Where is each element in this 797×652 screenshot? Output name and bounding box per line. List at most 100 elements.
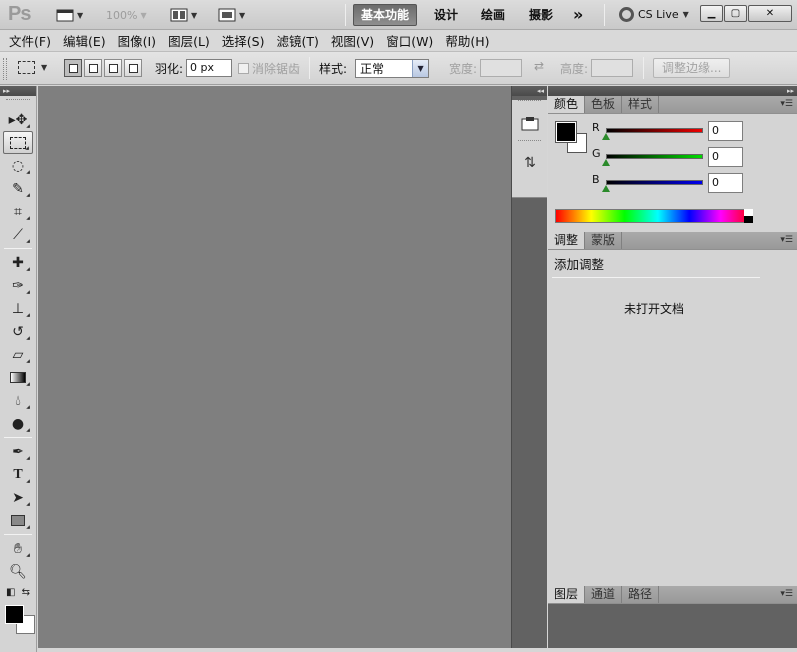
color-swatches: [3, 601, 36, 641]
panel-menu-icon[interactable]: ▾☰: [780, 589, 793, 599]
rectangular-marquee-tool-icon[interactable]: [3, 131, 33, 154]
workspace-essentials[interactable]: 基本功能: [353, 4, 418, 26]
type-tool-icon[interactable]: T: [3, 463, 33, 486]
dock-grip[interactable]: [518, 140, 541, 144]
more-workspaces-button[interactable]: »: [566, 4, 590, 26]
menu-file[interactable]: 文件(F): [3, 31, 57, 50]
menu-layer[interactable]: 图层(L): [162, 31, 216, 50]
width-input[interactable]: [480, 59, 523, 77]
color-spectrum-ramp[interactable]: [555, 209, 753, 223]
maximize-button[interactable]: ▢: [724, 5, 747, 22]
tab-color[interactable]: 颜色: [548, 96, 586, 113]
subtract-from-selection-button[interactable]: [104, 59, 122, 77]
panels-collapse-icon[interactable]: ▸▸: [548, 86, 797, 96]
dock-grip[interactable]: [518, 100, 541, 104]
zoom-level-dropdown[interactable]: 100% ▼: [106, 6, 147, 24]
tab-styles[interactable]: 样式: [622, 96, 660, 113]
blue-channel-label: B: [592, 173, 600, 186]
style-select[interactable]: 正常 ▼: [355, 59, 430, 78]
move-tool-icon[interactable]: ▸✥: [3, 108, 33, 131]
green-slider[interactable]: [606, 154, 703, 159]
divider: [552, 277, 760, 278]
hand-tool-icon[interactable]: ✋︎: [3, 537, 33, 560]
spot-healing-brush-icon[interactable]: ✚: [3, 251, 33, 274]
rectangle-tool-icon[interactable]: [3, 509, 33, 532]
new-selection-button[interactable]: [64, 59, 82, 77]
cs-live-icon: [619, 7, 634, 22]
red-slider-thumb[interactable]: [602, 133, 610, 140]
swap-dimensions-icon[interactable]: ⇄: [534, 59, 544, 73]
mini-bridge-icon[interactable]: [517, 110, 543, 136]
menu-select[interactable]: 选择(S): [216, 31, 271, 50]
cs-live-button[interactable]: CS Live ▼: [619, 7, 689, 22]
canvas-area[interactable]: [38, 86, 511, 648]
history-brush-tool-icon[interactable]: ↺: [3, 320, 33, 343]
swap-colors-icon[interactable]: ⇆: [22, 587, 30, 598]
screen-mode-button[interactable]: ▼: [218, 6, 245, 24]
panel-foreground-swatch[interactable]: [555, 121, 577, 143]
dodge-tool-icon[interactable]: ●: [3, 412, 33, 435]
tab-swatches[interactable]: 色板: [585, 96, 623, 113]
minimize-button[interactable]: ▁: [700, 5, 723, 22]
menu-view[interactable]: 视图(V): [325, 31, 380, 50]
eraser-tool-icon[interactable]: ▱: [3, 343, 33, 366]
tools-collapse-icon[interactable]: ▸▸: [0, 86, 36, 96]
lasso-tool-icon[interactable]: ◌: [3, 154, 33, 177]
tool-preset-picker[interactable]: ▼: [18, 61, 47, 74]
black-white-ramp[interactable]: [744, 209, 753, 223]
tab-paths[interactable]: 路径: [622, 586, 660, 603]
chevron-down-icon: ▼: [239, 10, 246, 20]
blur-tool-icon[interactable]: 💧︎: [3, 389, 33, 412]
menu-edit[interactable]: 编辑(E): [57, 31, 112, 50]
workspace-painting[interactable]: 绘画: [474, 4, 512, 26]
menu-window[interactable]: 窗口(W): [380, 31, 439, 50]
blue-slider[interactable]: [606, 180, 703, 185]
intersect-selection-button[interactable]: [124, 59, 142, 77]
menu-help[interactable]: 帮助(H): [439, 31, 495, 50]
tools-panel-grip[interactable]: [6, 99, 30, 105]
pen-tool-icon[interactable]: ✒: [3, 440, 33, 463]
arrange-documents-button[interactable]: ▼: [170, 6, 197, 24]
panel-menu-icon[interactable]: ▾☰: [780, 99, 793, 109]
workspace-design[interactable]: 设计: [427, 4, 465, 26]
clone-stamp-tool-icon[interactable]: ⊥: [3, 297, 33, 320]
refine-edge-button[interactable]: 调整边缘...: [653, 58, 731, 78]
tab-adjustments[interactable]: 调整: [548, 232, 586, 249]
gradient-tool-icon[interactable]: [3, 366, 33, 389]
tab-channels[interactable]: 通道: [585, 586, 623, 603]
brush-tool-icon[interactable]: ✑: [3, 274, 33, 297]
blue-slider-thumb[interactable]: [602, 185, 610, 192]
red-value-input[interactable]: 0: [708, 121, 743, 141]
green-slider-row: G 0: [592, 147, 792, 171]
selection-modes: [64, 59, 142, 77]
antialias-checkbox[interactable]: 消除锯齿: [238, 60, 300, 77]
dock-collapse-icon[interactable]: ◂◂: [512, 86, 547, 96]
menu-image[interactable]: 图像(I): [112, 31, 162, 50]
menu-filter[interactable]: 滤镜(T): [270, 31, 324, 50]
add-to-selection-button[interactable]: [84, 59, 102, 77]
zoom-tool-icon[interactable]: 🔍︎: [3, 560, 33, 583]
tab-layers[interactable]: 图层: [548, 586, 586, 603]
chevron-down-icon: ▼: [41, 63, 48, 72]
blue-value-input[interactable]: 0: [708, 173, 743, 193]
tab-masks[interactable]: 蒙版: [585, 232, 623, 249]
options-bar-grip[interactable]: [3, 58, 7, 80]
crop-tool-icon[interactable]: ⌗: [3, 200, 33, 223]
green-slider-thumb[interactable]: [602, 159, 610, 166]
launch-bridge-button[interactable]: ▼: [56, 6, 83, 24]
divider: [4, 248, 32, 249]
green-value-input[interactable]: 0: [708, 147, 743, 167]
foreground-color-swatch[interactable]: [5, 605, 24, 624]
close-button[interactable]: ✕: [748, 5, 792, 22]
height-input[interactable]: [591, 59, 634, 77]
antialias-label: 消除锯齿: [252, 62, 301, 76]
history-panel-icon[interactable]: ⇅: [517, 150, 543, 176]
panel-menu-icon[interactable]: ▾☰: [780, 235, 793, 245]
default-colors-icon[interactable]: ◧: [6, 587, 15, 598]
quick-selection-tool-icon[interactable]: ✎: [3, 177, 33, 200]
eyedropper-tool-icon[interactable]: ⟋: [3, 223, 33, 246]
path-selection-tool-icon[interactable]: ➤: [3, 486, 33, 509]
red-slider[interactable]: [606, 128, 703, 133]
feather-input[interactable]: 0 px: [186, 59, 233, 77]
workspace-photography[interactable]: 摄影: [522, 4, 560, 26]
